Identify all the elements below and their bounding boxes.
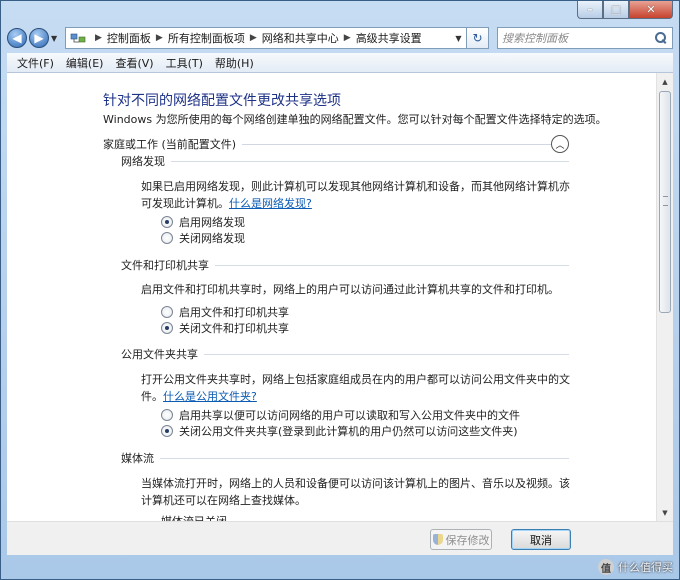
menu-edit[interactable]: 编辑(E) [60, 55, 110, 71]
refresh-icon: ↻ [472, 31, 483, 45]
search-icon[interactable] [654, 31, 668, 45]
scrollbar-thumb[interactable] [659, 91, 671, 313]
watermark: 值 什么值得买 [598, 559, 673, 575]
radio-button[interactable] [161, 232, 173, 244]
radio-label: 启用网络发现 [179, 216, 245, 229]
radio-enable-public-folder[interactable]: 启用共享以便可以访问网络的用户可以读取和写入公用文件夹中的文件 [161, 407, 520, 423]
section-heading: 媒体流 [121, 452, 154, 465]
radio-disable-discovery[interactable]: 关闭网络发现 [161, 230, 245, 246]
radio-button[interactable] [161, 322, 173, 334]
search-box[interactable]: 搜索控制面板 [497, 27, 673, 49]
section-divider [171, 160, 569, 162]
radio-button[interactable] [161, 216, 173, 228]
breadcrumb-network-center[interactable]: 网络和共享中心 [262, 30, 339, 46]
address-dropdown-icon[interactable]: ▼ [450, 34, 466, 43]
file-printer-description: 启用文件和打印机共享时，网络上的用户可以访问通过此计算机共享的文件和打印机。 [141, 283, 559, 296]
section-heading: 文件和打印机共享 [121, 259, 209, 272]
radio-enable-file-printer[interactable]: 启用文件和打印机共享 [161, 304, 289, 320]
page-title: 针对不同的网络配置文件更改共享选项 [103, 93, 341, 109]
breadcrumb-advanced-sharing[interactable]: 高级共享设置 [356, 30, 422, 46]
cancel-button[interactable]: 取消 [511, 529, 571, 550]
section-file-printer-sharing: 文件和打印机共享 [121, 257, 569, 273]
breadcrumb-separator: ▶ [155, 33, 163, 43]
minimize-button[interactable]: – [577, 1, 603, 19]
refresh-button[interactable]: ↻ [467, 27, 489, 49]
radio-button[interactable] [161, 409, 173, 421]
profile-label: 家庭或工作 (当前配置文件) [103, 138, 237, 151]
close-button[interactable]: ✕ [629, 1, 673, 19]
watermark-text: 什么值得买 [618, 561, 673, 574]
section-network-discovery: 网络发现 [121, 153, 569, 169]
shield-icon [432, 534, 443, 545]
breadcrumb-separator: ▶ [249, 33, 257, 43]
forward-arrow-icon: ▶ [34, 31, 44, 45]
breadcrumb-separator: ▶ [95, 33, 102, 43]
radio-button[interactable] [161, 425, 173, 437]
back-arrow-icon: ◀ [12, 31, 22, 45]
radio-label: 关闭文件和打印机共享 [179, 322, 289, 335]
section-divider [160, 457, 569, 459]
page-description: Windows 为您所使用的每个网络创建单独的网络配置文件。您可以针对每个配置文… [103, 113, 607, 126]
menu-bar: 文件(F) 编辑(E) 查看(V) 工具(T) 帮助(H) [7, 53, 673, 73]
profile-header: 家庭或工作 (当前配置文件) [103, 135, 563, 153]
control-panel-icon [70, 31, 86, 45]
discovery-text: 如果已启用网络发现，则此计算机可以发现其他网络计算机和设备，而其他网络计算机亦可… [141, 180, 570, 210]
radio-button[interactable] [161, 306, 173, 318]
media-status: 媒体流已关闭 [161, 513, 591, 521]
forward-button[interactable]: ▶ [29, 28, 49, 48]
menu-view[interactable]: 查看(V) [109, 55, 159, 71]
content-pane: 针对不同的网络配置文件更改共享选项 Windows 为您所使用的每个网络创建单独… [7, 73, 673, 521]
chevron-up-icon: ︿ [555, 140, 565, 151]
radio-label: 启用共享以便可以访问网络的用户可以读取和写入公用文件夹中的文件 [179, 409, 520, 422]
breadcrumb-control-panel[interactable]: 控制面板 [107, 30, 151, 46]
vertical-scrollbar[interactable]: ▲ ▼ [656, 73, 673, 521]
section-public-folder-sharing: 公用文件夹共享 [121, 346, 569, 362]
window: – □ ✕ ◀ ▶ ▼ ▶ 控制面板 ▶ 所有控制面板项 ▶ 网络和共享中心 ▶… [0, 0, 680, 580]
minimize-icon: – [587, 3, 593, 16]
public-folder-description: 打开公用文件夹共享时，网络上包括家庭组成员在内的用户都可以访问公用文件夹中的文件… [141, 371, 571, 405]
media-description: 当媒体流打开时，网络上的人员和设备便可以访问该计算机上的图片、音乐以及视频。该计… [141, 477, 570, 507]
section-media-streaming: 媒体流 [121, 450, 569, 466]
section-divider [215, 264, 569, 266]
address-bar[interactable]: ▶ 控制面板 ▶ 所有控制面板项 ▶ 网络和共享中心 ▶ 高级共享设置 ▼ [65, 27, 467, 49]
save-label: 保存修改 [445, 533, 490, 547]
recent-pages-dropdown[interactable]: ▼ [51, 34, 61, 43]
menu-file[interactable]: 文件(F) [11, 55, 60, 71]
watermark-logo-icon: 值 [598, 559, 614, 575]
radio-disable-public-folder[interactable]: 关闭公用文件夹共享(登录到此计算机的用户仍然可以访问这些文件夹) [161, 423, 518, 439]
menu-tools[interactable]: 工具(T) [160, 55, 209, 71]
section-divider [204, 353, 569, 355]
discovery-help-link[interactable]: 什么是网络发现? [229, 197, 312, 210]
radio-enable-discovery[interactable]: 启用网络发现 [161, 214, 245, 230]
search-input[interactable]: 搜索控制面板 [502, 30, 654, 46]
button-bar: 保存修改 取消 [7, 521, 673, 555]
settings-area: 针对不同的网络配置文件更改共享选项 Windows 为您所使用的每个网络创建单独… [7, 73, 656, 521]
discovery-description: 如果已启用网络发现，则此计算机可以发现其他网络计算机和设备，而其他网络计算机亦可… [141, 178, 571, 212]
section-heading: 公用文件夹共享 [121, 348, 198, 361]
scroll-up-icon[interactable]: ▲ [657, 73, 673, 90]
radio-label: 关闭网络发现 [179, 232, 245, 245]
caption-buttons: – □ ✕ [577, 1, 673, 19]
collapse-profile-button[interactable]: ︿ [551, 135, 569, 153]
radio-label: 启用文件和打印机共享 [179, 306, 289, 319]
maximize-button[interactable]: □ [603, 1, 629, 19]
menu-help[interactable]: 帮助(H) [209, 55, 260, 71]
save-changes-button[interactable]: 保存修改 [430, 529, 492, 550]
back-button[interactable]: ◀ [7, 28, 27, 48]
navigation-row: ◀ ▶ ▼ ▶ 控制面板 ▶ 所有控制面板项 ▶ 网络和共享中心 ▶ 高级共享设… [7, 25, 673, 51]
close-icon: ✕ [646, 3, 656, 16]
profile-divider [242, 143, 563, 145]
radio-disable-file-printer[interactable]: 关闭文件和打印机共享 [161, 320, 289, 336]
breadcrumb-separator: ▶ [343, 33, 351, 43]
section-heading: 网络发现 [121, 155, 165, 168]
maximize-icon: □ [610, 3, 622, 16]
scroll-down-icon[interactable]: ▼ [657, 504, 673, 521]
breadcrumb-all-items[interactable]: 所有控制面板项 [168, 30, 245, 46]
public-folder-help-link[interactable]: 什么是公用文件夹? [163, 390, 257, 403]
radio-label: 关闭公用文件夹共享(登录到此计算机的用户仍然可以访问这些文件夹) [179, 425, 518, 438]
